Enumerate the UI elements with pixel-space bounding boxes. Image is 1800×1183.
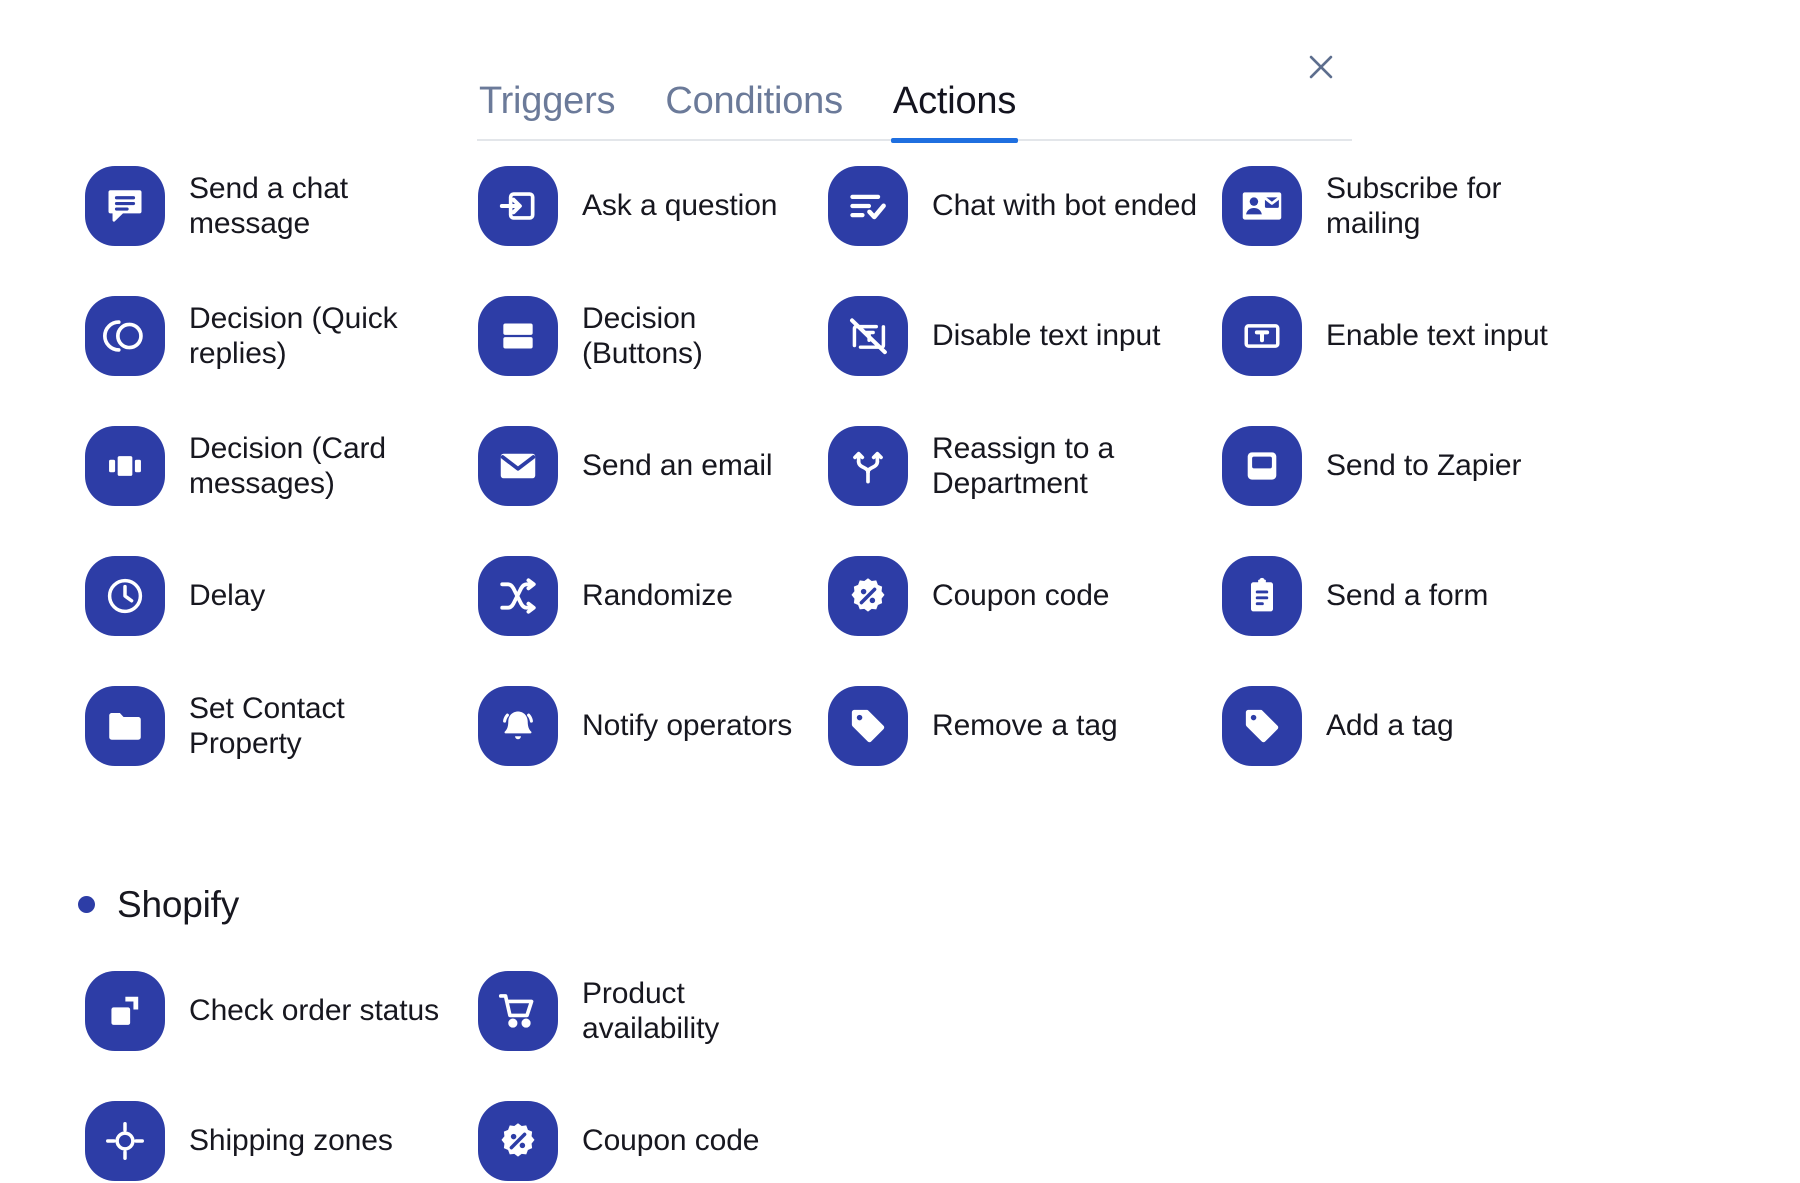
action-label: Coupon code xyxy=(582,1124,760,1158)
actions-row: Send a chat message Ask a question Chat … xyxy=(0,150,1800,280)
action-item-decision-buttons[interactable]: Decision (Buttons) xyxy=(478,280,818,392)
shopping-cart-icon xyxy=(478,971,558,1051)
zapier-icon xyxy=(1222,426,1302,506)
action-label: Send an email xyxy=(582,449,773,483)
order-status-icon xyxy=(85,971,165,1051)
action-item-shipping-zones[interactable]: Shipping zones xyxy=(85,1085,445,1183)
actions-grid: Send a chat message Ask a question Chat … xyxy=(0,150,1800,800)
action-label: Shipping zones xyxy=(189,1124,393,1158)
tag-icon xyxy=(1222,686,1302,766)
action-item-add-a-tag[interactable]: Add a tag xyxy=(1222,670,1582,782)
coupon-icon xyxy=(828,556,908,636)
action-label: Enable text input xyxy=(1326,319,1548,353)
action-label: Randomize xyxy=(582,579,733,613)
coupon-icon xyxy=(478,1101,558,1181)
action-item-disable-text-input[interactable]: Disable text input xyxy=(828,280,1198,392)
tab-list: Triggers Conditions Actions xyxy=(477,38,1019,143)
tab-bar: Triggers Conditions Actions xyxy=(477,38,1352,143)
action-item-coupon-code[interactable]: Coupon code xyxy=(828,540,1198,652)
folder-icon xyxy=(85,686,165,766)
action-item-randomize[interactable]: Randomize xyxy=(478,540,818,652)
card-messages-icon xyxy=(85,426,165,506)
decision-buttons-icon xyxy=(478,296,558,376)
shopify-row: Shipping zones Coupon code xyxy=(0,1085,1800,1183)
group-bullet-icon xyxy=(78,896,95,913)
chat-message-icon xyxy=(85,166,165,246)
action-item-send-a-form[interactable]: Send a form xyxy=(1222,540,1582,652)
action-label: Check order status xyxy=(189,994,439,1028)
action-item-shopify-coupon-code[interactable]: Coupon code xyxy=(478,1085,818,1183)
email-icon xyxy=(478,426,558,506)
action-item-send-an-email[interactable]: Send an email xyxy=(478,410,818,522)
clock-icon xyxy=(85,556,165,636)
shipping-zones-icon xyxy=(85,1101,165,1181)
subscribe-mailing-icon xyxy=(1222,166,1302,246)
action-item-ask-a-question[interactable]: Ask a question xyxy=(478,150,818,262)
action-label: Add a tag xyxy=(1326,709,1454,743)
close-button[interactable] xyxy=(1290,36,1352,98)
shuffle-icon xyxy=(478,556,558,636)
tab-conditions[interactable]: Conditions xyxy=(663,38,845,141)
action-item-decision-quick-replies[interactable]: Decision (Quick replies) xyxy=(85,280,445,392)
tab-actions[interactable]: Actions xyxy=(890,38,1019,143)
action-item-set-contact-property[interactable]: Set Contact Property xyxy=(85,670,445,782)
action-label: Send a chat message xyxy=(189,171,349,240)
actions-panel: Triggers Conditions Actions Send a chat … xyxy=(0,0,1800,1183)
action-item-send-a-chat-message[interactable]: Send a chat message xyxy=(85,150,445,262)
action-item-subscribe-for-mailing[interactable]: Subscribe for mailing xyxy=(1222,150,1582,262)
action-label: Decision (Card messages) xyxy=(189,431,386,500)
action-label: Decision (Quick replies) xyxy=(189,301,398,370)
ask-question-icon xyxy=(478,166,558,246)
close-icon xyxy=(1304,50,1338,84)
chat-ended-icon xyxy=(828,166,908,246)
actions-row: Decision (Card messages) Send an email R… xyxy=(0,410,1800,540)
action-label: Product availability xyxy=(582,976,720,1045)
action-label: Send to Zapier xyxy=(1326,449,1522,483)
action-item-check-order-status[interactable]: Check order status xyxy=(85,955,445,1067)
action-item-enable-text-input[interactable]: Enable text input xyxy=(1222,280,1582,392)
action-item-decision-card-messages[interactable]: Decision (Card messages) xyxy=(85,410,445,522)
bell-icon xyxy=(478,686,558,766)
shopify-row: Check order status Product availability xyxy=(0,955,1800,1085)
group-header-shopify: Shopify xyxy=(78,886,239,923)
action-label: Notify operators xyxy=(582,709,793,743)
action-item-send-to-zapier[interactable]: Send to Zapier xyxy=(1222,410,1582,522)
actions-row: Decision (Quick replies) Decision (Butto… xyxy=(0,280,1800,410)
action-label: Disable text input xyxy=(932,319,1161,353)
actions-row: Set Contact Property Notify operators Re… xyxy=(0,670,1800,800)
action-label: Coupon code xyxy=(932,579,1110,613)
clipboard-form-icon xyxy=(1222,556,1302,636)
action-item-chat-with-bot-ended[interactable]: Chat with bot ended xyxy=(828,150,1198,262)
shopify-grid: Check order status Product availability xyxy=(0,955,1800,1183)
tag-icon xyxy=(828,686,908,766)
action-label: Set Contact Property xyxy=(189,691,345,760)
action-label: Chat with bot ended xyxy=(932,189,1197,223)
quick-replies-icon xyxy=(85,296,165,376)
action-label: Subscribe for mailing xyxy=(1326,171,1502,240)
action-item-notify-operators[interactable]: Notify operators xyxy=(478,670,818,782)
enable-text-input-icon xyxy=(1222,296,1302,376)
actions-row: Delay Randomize Coupon code Send a form xyxy=(0,540,1800,670)
action-label: Send a form xyxy=(1326,579,1489,613)
action-label: Decision (Buttons) xyxy=(582,301,703,370)
group-title: Shopify xyxy=(117,884,240,925)
action-label: Remove a tag xyxy=(932,709,1118,743)
action-item-product-availability[interactable]: Product availability xyxy=(478,955,818,1067)
action-item-reassign-to-a-department[interactable]: Reassign to a Department xyxy=(828,410,1198,522)
action-label: Delay xyxy=(189,579,266,613)
action-item-delay[interactable]: Delay xyxy=(85,540,445,652)
action-item-remove-a-tag[interactable]: Remove a tag xyxy=(828,670,1198,782)
tab-triggers[interactable]: Triggers xyxy=(477,38,617,141)
action-label: Ask a question xyxy=(582,189,778,223)
reassign-department-icon xyxy=(828,426,908,506)
disable-text-input-icon xyxy=(828,296,908,376)
action-label: Reassign to a Department xyxy=(932,431,1115,500)
